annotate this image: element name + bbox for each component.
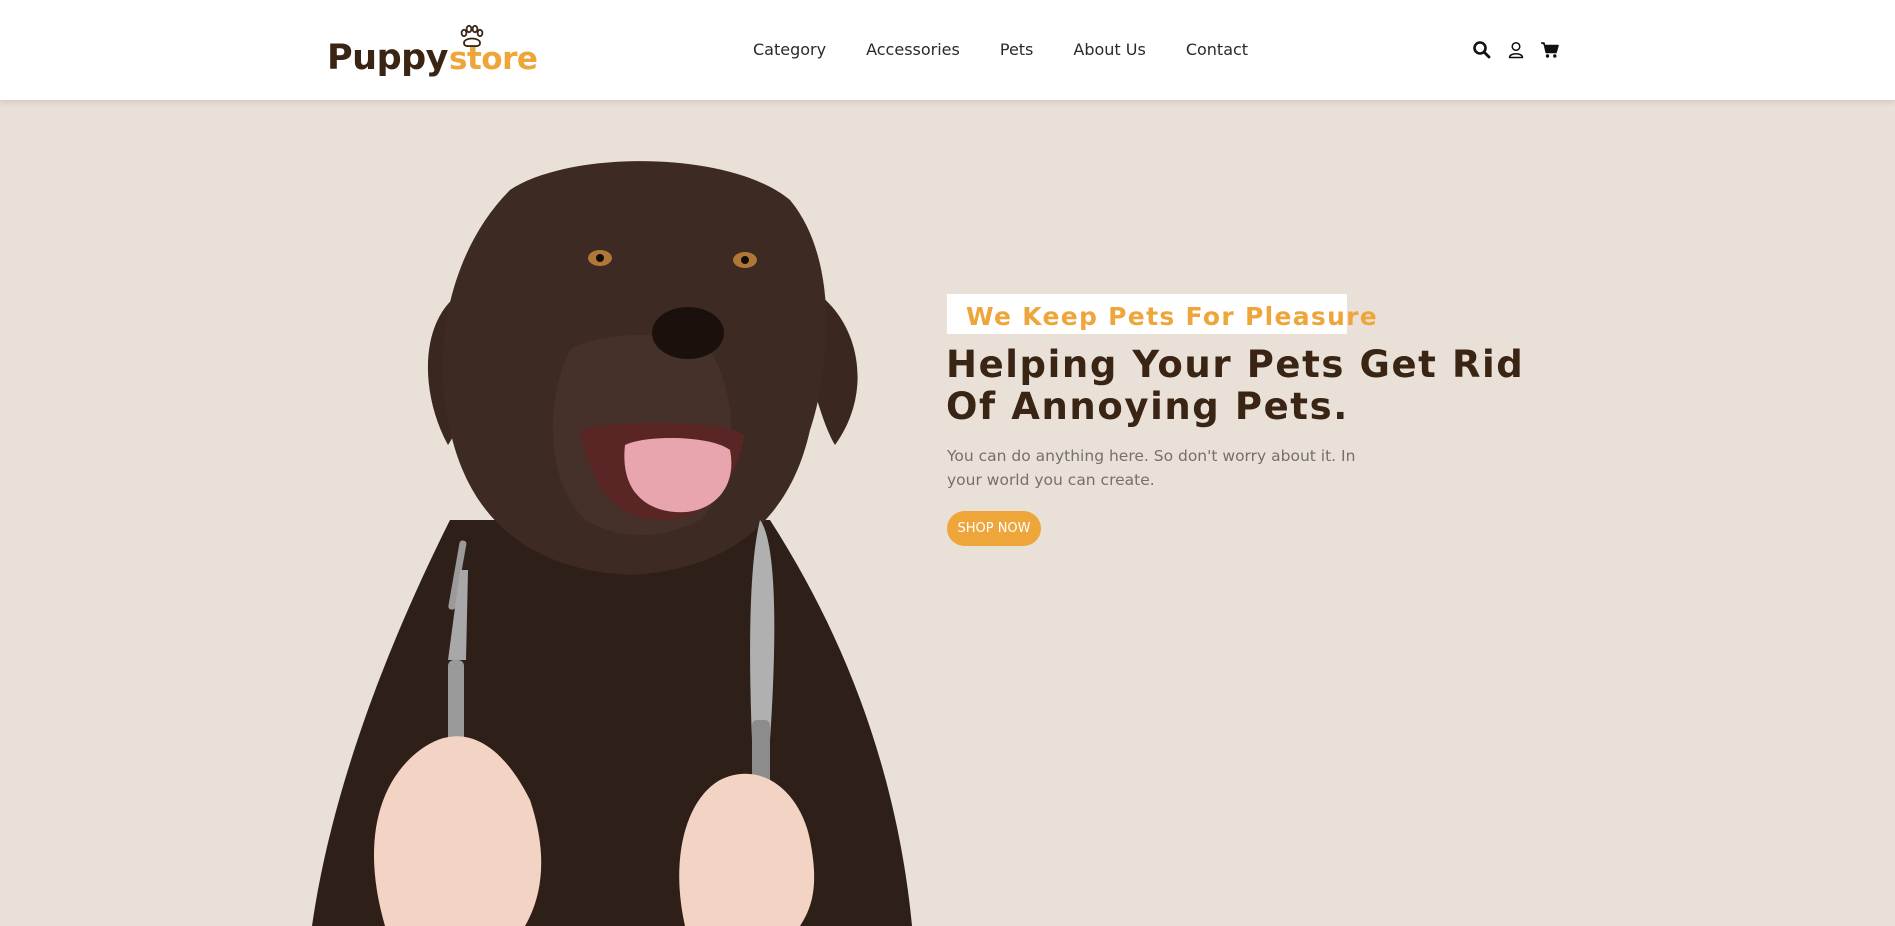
nav-item-accessories[interactable]: Accessories bbox=[866, 40, 960, 60]
shop-now-button[interactable]: SHOP NOW bbox=[947, 511, 1041, 546]
hero-dog-image bbox=[312, 161, 912, 926]
header-actions bbox=[1472, 40, 1560, 60]
hero-subtext: You can do anything here. So don't worry… bbox=[947, 447, 1356, 489]
user-icon[interactable] bbox=[1506, 40, 1526, 60]
search-icon[interactable] bbox=[1472, 40, 1492, 60]
main-nav: Category Accessories Pets About Us Conta… bbox=[753, 40, 1288, 60]
tagline-text: We Keep Pets For Pleasure bbox=[966, 302, 1379, 331]
nav-item-contact[interactable]: Contact bbox=[1186, 40, 1248, 60]
hero-headline: Helping Your Pets Get Rid Of Annoying Pe… bbox=[946, 343, 1525, 428]
site-logo[interactable]: Puppy store bbox=[327, 24, 538, 78]
nav-item-category[interactable]: Category bbox=[753, 40, 826, 60]
nav-item-about-us[interactable]: About Us bbox=[1073, 40, 1145, 60]
top-navbar: Puppy store Category Accessories Pets Ab… bbox=[0, 0, 1895, 100]
cart-icon[interactable] bbox=[1540, 40, 1560, 60]
paw-icon bbox=[460, 24, 484, 48]
logo-text-puppy: Puppy bbox=[327, 38, 449, 78]
nav-item-pets[interactable]: Pets bbox=[1000, 40, 1034, 60]
tagline-badge: We Keep Pets For Pleasure bbox=[947, 294, 1377, 334]
